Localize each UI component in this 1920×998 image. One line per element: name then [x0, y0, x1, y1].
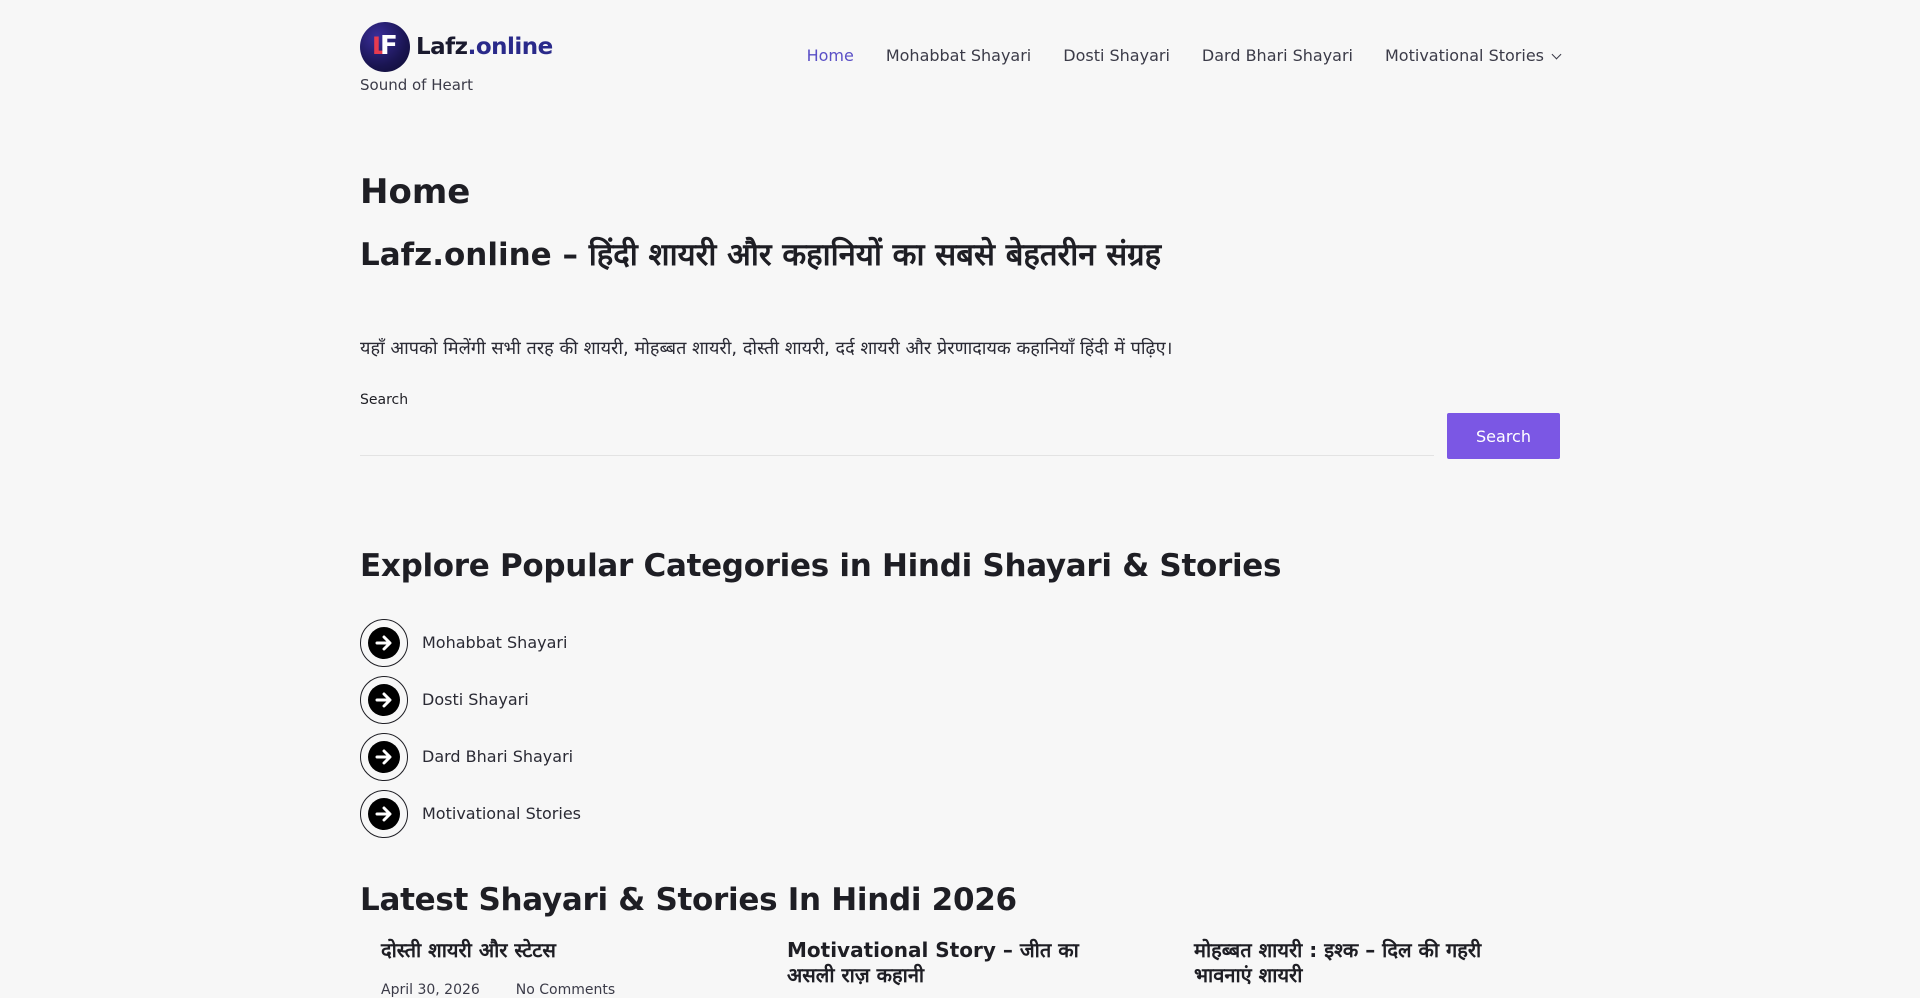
logo-wordmark: Lafz.online	[416, 34, 553, 60]
category-item-dosti-shayari[interactable]: Dosti Shayari	[360, 671, 581, 728]
nav-item-home[interactable]: Home	[807, 46, 854, 65]
hero-title: Lafz.online – हिंदी शायरी और कहानियों का…	[360, 237, 1162, 273]
search-button[interactable]: Search	[1447, 413, 1560, 459]
category-item-mohabbat-shayari[interactable]: Mohabbat Shayari	[360, 614, 581, 671]
category-label: Dosti Shayari	[422, 690, 529, 709]
search-label: Search	[360, 392, 409, 408]
category-list: Mohabbat Shayari Dosti Shayari Dard Bhar…	[360, 614, 581, 842]
logo-mark-icon: LF	[360, 22, 410, 72]
site-header: LF Lafz.online Sound of Heart Home Mohab…	[360, 0, 1562, 110]
post-title[interactable]: Motivational Story – जीत का असली राज़ कह…	[787, 938, 1117, 988]
arrow-right-circle-icon	[360, 618, 408, 667]
page-title: Home	[360, 172, 471, 212]
main-nav: Home Mohabbat Shayari Dosti Shayari Dard…	[807, 46, 1562, 65]
chevron-down-icon[interactable]	[1551, 49, 1562, 60]
post-title[interactable]: मोहब्बत शायरी : इश्क – दिल की गहरी भावना…	[1194, 938, 1534, 988]
post-comments[interactable]: No Comments	[516, 982, 615, 998]
post-card: Motivational Story – जीत का असली राज़ कह…	[787, 938, 1117, 988]
site-logo[interactable]: LF Lafz.online	[360, 22, 553, 72]
category-label: Dard Bhari Shayari	[422, 747, 574, 766]
arrow-right-circle-icon	[360, 675, 408, 724]
arrow-right-circle-icon	[360, 732, 408, 781]
post-date[interactable]: April 30, 2026	[381, 982, 480, 998]
nav-item-label: Motivational Stories	[1385, 46, 1544, 65]
latest-heading: Latest Shayari & Stories In Hindi 2026	[360, 882, 1017, 918]
category-label: Motivational Stories	[422, 804, 581, 823]
site-tagline: Sound of Heart	[360, 76, 473, 94]
search-input[interactable]	[360, 414, 1434, 456]
categories-heading: Explore Popular Categories in Hindi Shay…	[360, 548, 1282, 584]
post-card: दोस्ती शायरी और स्टेटस April 30, 2026 No…	[381, 938, 741, 998]
nav-item-mohabbat-shayari[interactable]: Mohabbat Shayari	[886, 46, 1031, 65]
category-item-motivational-stories[interactable]: Motivational Stories	[360, 785, 581, 842]
nav-item-dosti-shayari[interactable]: Dosti Shayari	[1063, 46, 1170, 65]
category-item-dard-bhari-shayari[interactable]: Dard Bhari Shayari	[360, 728, 581, 785]
post-card: मोहब्बत शायरी : इश्क – दिल की गहरी भावना…	[1194, 938, 1534, 988]
category-label: Mohabbat Shayari	[422, 633, 568, 652]
hero-subtitle: यहाँ आपको मिलेंगी सभी तरह की शायरी, मोहब…	[360, 338, 1173, 359]
post-title[interactable]: दोस्ती शायरी और स्टेटस	[381, 938, 741, 963]
nav-item-dard-bhari-shayari[interactable]: Dard Bhari Shayari	[1202, 46, 1353, 65]
nav-item-motivational-stories[interactable]: Motivational Stories	[1385, 46, 1562, 65]
post-meta: April 30, 2026 No Comments	[381, 982, 615, 998]
arrow-right-circle-icon	[360, 789, 408, 838]
